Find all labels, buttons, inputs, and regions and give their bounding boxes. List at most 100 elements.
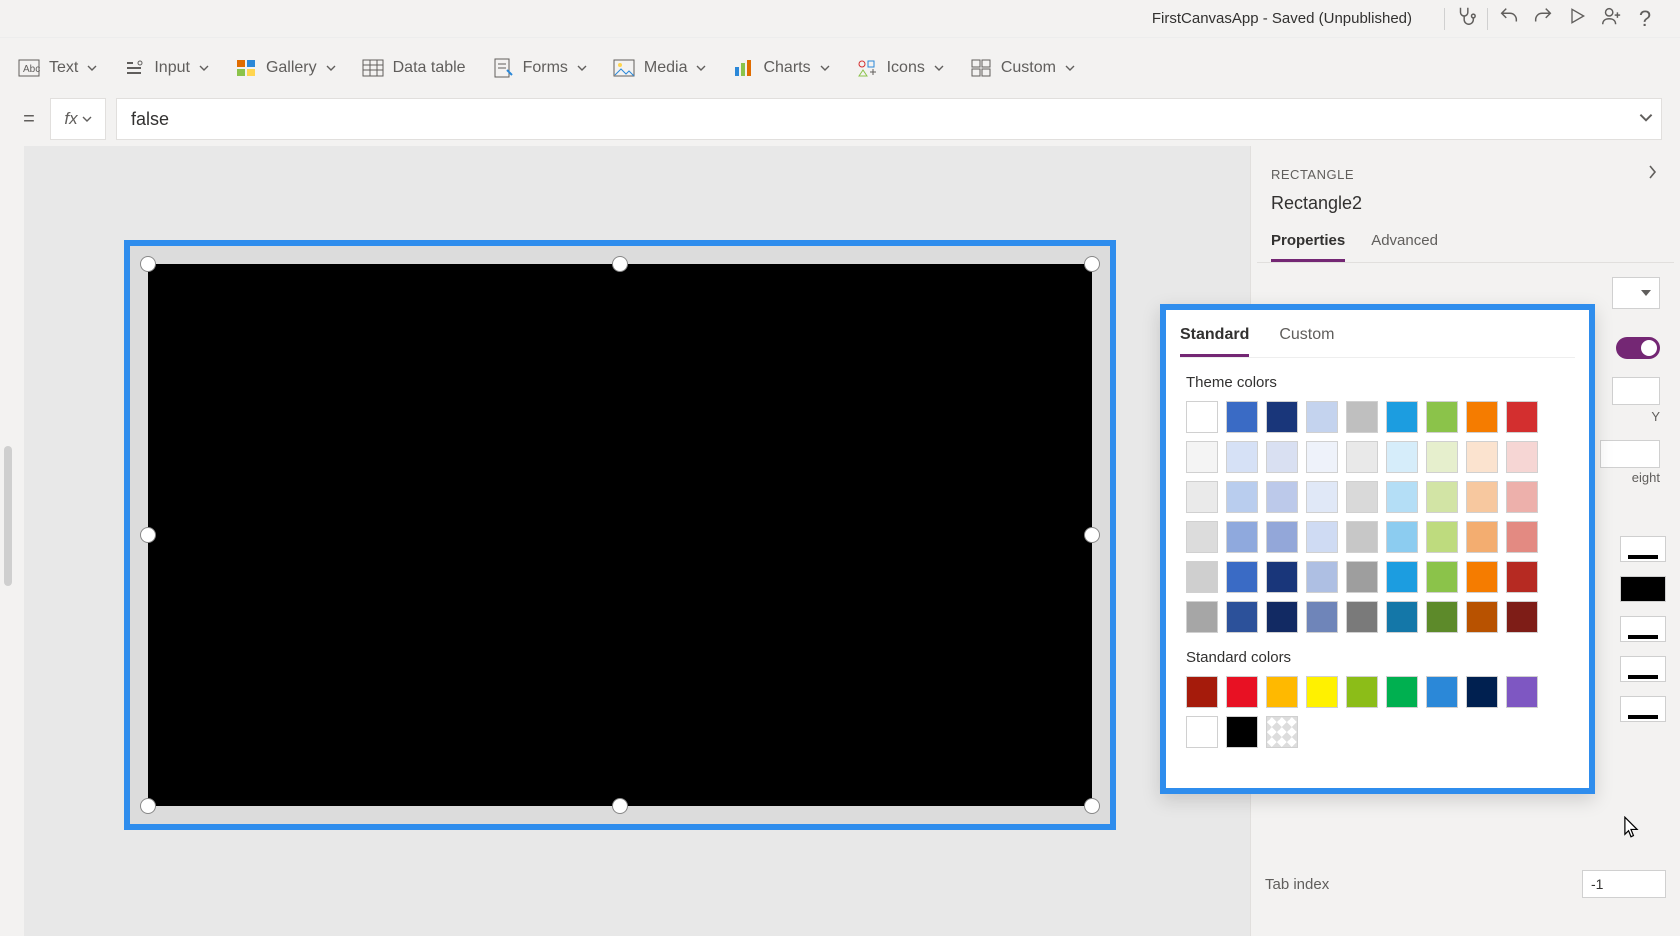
ribbon-text[interactable]: AbcText	[18, 57, 97, 79]
color-swatch[interactable]	[1226, 676, 1258, 708]
color-swatch[interactable]	[1226, 521, 1258, 553]
tabindex-value[interactable]: -1	[1582, 870, 1666, 898]
resize-handle-top-right[interactable]	[1084, 256, 1100, 272]
color-swatch[interactable]	[1346, 401, 1378, 433]
color-swatch[interactable]	[1186, 716, 1218, 748]
ribbon-input[interactable]: Input	[123, 57, 209, 79]
color-swatch[interactable]	[1466, 441, 1498, 473]
color-swatch[interactable]	[1266, 441, 1298, 473]
color-swatch[interactable]	[1226, 481, 1258, 513]
panel-expand-button[interactable]	[1644, 164, 1660, 185]
color-swatch[interactable]	[1226, 601, 1258, 633]
color-tab-standard[interactable]: Standard	[1180, 320, 1249, 357]
color-swatch[interactable]	[1426, 521, 1458, 553]
pressed-fill-chip[interactable]	[1620, 656, 1666, 682]
color-swatch[interactable]	[1186, 561, 1218, 593]
resize-handle-middle-right[interactable]	[1084, 527, 1100, 543]
color-swatch[interactable]	[1266, 716, 1298, 748]
color-swatch[interactable]	[1306, 481, 1338, 513]
color-swatch[interactable]	[1426, 441, 1458, 473]
color-swatch[interactable]	[1346, 481, 1378, 513]
color-swatch[interactable]	[1506, 521, 1538, 553]
resize-handle-middle-left[interactable]	[140, 527, 156, 543]
color-swatch[interactable]	[1426, 601, 1458, 633]
color-swatch[interactable]	[1426, 676, 1458, 708]
color-swatch[interactable]	[1186, 481, 1218, 513]
color-swatch[interactable]	[1506, 676, 1538, 708]
share-button[interactable]	[1594, 2, 1628, 36]
play-preview-button[interactable]	[1560, 2, 1594, 36]
color-swatch[interactable]	[1506, 441, 1538, 473]
formula-expand-button[interactable]	[1639, 109, 1653, 130]
undo-button[interactable]	[1492, 2, 1526, 36]
color-swatch[interactable]	[1186, 441, 1218, 473]
ribbon-media[interactable]: Media	[613, 57, 707, 79]
color-swatch[interactable]	[1186, 401, 1218, 433]
color-swatch[interactable]	[1466, 401, 1498, 433]
ribbon-custom[interactable]: Custom	[970, 57, 1075, 79]
color-swatch[interactable]	[1346, 676, 1378, 708]
color-swatch[interactable]	[1506, 481, 1538, 513]
color-swatch[interactable]	[1266, 521, 1298, 553]
color-swatch[interactable]	[1226, 401, 1258, 433]
color-swatch[interactable]	[1466, 561, 1498, 593]
color-swatch[interactable]	[1346, 601, 1378, 633]
color-swatch[interactable]	[1306, 601, 1338, 633]
color-swatch[interactable]	[1266, 481, 1298, 513]
color-swatch[interactable]	[1386, 401, 1418, 433]
color-swatch[interactable]	[1306, 441, 1338, 473]
ribbon-gallery[interactable]: Gallery	[235, 57, 336, 79]
color-swatch[interactable]	[1346, 521, 1378, 553]
color-swatch[interactable]	[1186, 676, 1218, 708]
ribbon-charts[interactable]: Charts	[732, 57, 829, 79]
resize-handle-bottom-right[interactable]	[1084, 798, 1100, 814]
color-swatch[interactable]	[1306, 401, 1338, 433]
color-swatch[interactable]	[1506, 601, 1538, 633]
color-swatch[interactable]	[1346, 561, 1378, 593]
color-swatch[interactable]	[1346, 441, 1378, 473]
color-swatch[interactable]	[1266, 601, 1298, 633]
help-button[interactable]: ?	[1628, 2, 1662, 36]
formula-fx-dropdown[interactable]: fx	[50, 98, 106, 140]
color-swatch[interactable]	[1186, 521, 1218, 553]
color-swatch[interactable]	[1466, 521, 1498, 553]
formula-input[interactable]: false	[116, 98, 1662, 140]
color-swatch[interactable]	[1266, 561, 1298, 593]
color-swatch[interactable]	[1266, 676, 1298, 708]
color-swatch[interactable]	[1506, 401, 1538, 433]
color-swatch[interactable]	[1386, 676, 1418, 708]
color-swatch[interactable]	[1226, 561, 1258, 593]
color-swatch[interactable]	[1226, 716, 1258, 748]
tab-properties[interactable]: Properties	[1271, 226, 1345, 262]
size-value-box[interactable]	[1600, 440, 1660, 468]
color-swatch[interactable]	[1466, 481, 1498, 513]
color-swatch[interactable]	[1426, 561, 1458, 593]
color-swatch[interactable]	[1426, 481, 1458, 513]
display-mode-dropdown[interactable]	[1612, 277, 1660, 309]
tab-advanced[interactable]: Advanced	[1371, 226, 1438, 262]
color-swatch[interactable]	[1306, 521, 1338, 553]
app-checker-button[interactable]	[1449, 2, 1483, 36]
border-color-chip[interactable]	[1620, 576, 1666, 602]
color-swatch[interactable]	[1386, 521, 1418, 553]
color-tab-custom[interactable]: Custom	[1279, 320, 1334, 357]
ribbon-icons[interactable]: Icons	[856, 57, 944, 79]
resize-handle-bottom-left[interactable]	[140, 798, 156, 814]
color-swatch[interactable]	[1306, 561, 1338, 593]
color-swatch[interactable]	[1466, 601, 1498, 633]
color-swatch[interactable]	[1386, 601, 1418, 633]
color-swatch[interactable]	[1306, 676, 1338, 708]
resize-handle-bottom-middle[interactable]	[612, 798, 628, 814]
color-swatch[interactable]	[1386, 561, 1418, 593]
color-swatch[interactable]	[1266, 401, 1298, 433]
color-swatch[interactable]	[1386, 441, 1418, 473]
redo-button[interactable]	[1526, 2, 1560, 36]
position-value-box[interactable]	[1612, 377, 1660, 405]
color-swatch[interactable]	[1506, 561, 1538, 593]
color-swatch[interactable]	[1186, 601, 1218, 633]
hover-fill-chip[interactable]	[1620, 616, 1666, 642]
color-swatch[interactable]	[1426, 401, 1458, 433]
ribbon-forms[interactable]: Forms	[492, 57, 587, 79]
color-swatch[interactable]	[1386, 481, 1418, 513]
visible-toggle[interactable]	[1616, 337, 1660, 359]
